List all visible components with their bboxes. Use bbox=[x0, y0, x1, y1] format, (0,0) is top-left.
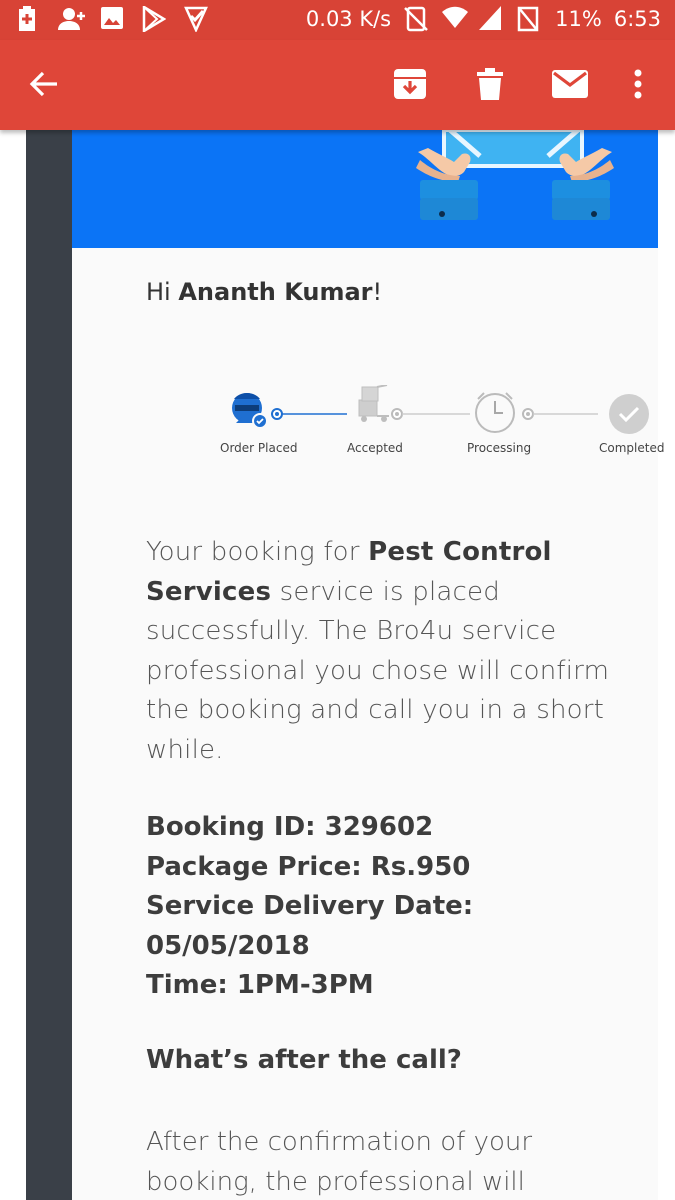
booking-details: Booking ID: 329602 Package Price: Rs.950… bbox=[146, 808, 626, 1006]
processing-clock-icon bbox=[475, 392, 515, 433]
no-sim-2-icon bbox=[517, 6, 543, 32]
after-call-text: After the confirmation of your booking, … bbox=[146, 1127, 533, 1197]
mark-unread-icon bbox=[552, 69, 588, 103]
step-label: Completed bbox=[599, 441, 665, 455]
after-call-heading: What’s after the call? bbox=[146, 1045, 462, 1075]
service-time: Time: 1PM-3PM bbox=[146, 970, 374, 1000]
step-label: Order Placed bbox=[220, 441, 298, 455]
battery-saver-icon bbox=[16, 6, 42, 32]
greeting-suffix: ! bbox=[372, 278, 383, 306]
recipient-name: Ananth Kumar bbox=[178, 278, 373, 306]
play-store-icon bbox=[142, 4, 168, 34]
step-label: Accepted bbox=[347, 441, 403, 455]
greeting: Hi Ananth Kumar! bbox=[146, 278, 382, 306]
package-price: Package Price: Rs.950 bbox=[146, 851, 471, 882]
stepper-track bbox=[232, 385, 649, 434]
body-text-part: Your booking for bbox=[146, 537, 369, 567]
battery-level: 11% bbox=[555, 7, 602, 31]
app-bar bbox=[0, 40, 675, 130]
wifi-icon bbox=[441, 6, 469, 32]
completed-check-icon bbox=[609, 394, 649, 434]
image-icon bbox=[100, 6, 126, 32]
signal-icon bbox=[479, 6, 505, 32]
archive-icon bbox=[393, 68, 427, 105]
email-card: Hi Ananth Kumar! Order Placed Accepted P… bbox=[72, 130, 664, 1200]
back-button[interactable] bbox=[20, 62, 68, 110]
email-banner bbox=[72, 130, 658, 248]
accepted-icon bbox=[358, 385, 389, 422]
email-content[interactable]: Hi Ananth Kumar! Order Placed Accepted P… bbox=[0, 130, 675, 1200]
booking-confirmation-text: Your booking for Pest Control Services s… bbox=[146, 533, 616, 770]
hands-envelope-illustration bbox=[416, 130, 614, 220]
order-status-stepper: Order Placed Accepted Processing Complet… bbox=[72, 385, 664, 465]
status-bar: 0.03 K/s 11% 6:53 bbox=[0, 0, 675, 40]
archive-button[interactable] bbox=[386, 62, 434, 110]
mark-unread-button[interactable] bbox=[546, 62, 594, 110]
delete-button[interactable] bbox=[466, 62, 514, 110]
delivery-date: 05/05/2018 bbox=[146, 930, 310, 961]
greeting-prefix: Hi bbox=[146, 278, 179, 306]
email-frame: Hi Ananth Kumar! Order Placed Accepted P… bbox=[26, 130, 664, 1200]
add-contact-icon bbox=[58, 6, 85, 32]
step-label: Processing bbox=[467, 441, 532, 455]
network-speed: 0.03 K/s bbox=[305, 7, 392, 31]
back-arrow-icon bbox=[29, 69, 59, 104]
more-icon bbox=[634, 69, 642, 104]
delete-icon bbox=[477, 67, 503, 105]
more-options-button[interactable] bbox=[614, 62, 662, 110]
delivery-date-label: Service Delivery Date: bbox=[146, 891, 474, 921]
order-placed-icon bbox=[232, 393, 268, 429]
booking-id: Booking ID: 329602 bbox=[146, 812, 434, 842]
clock: 6:53 bbox=[613, 7, 661, 31]
tasks-icon bbox=[184, 6, 210, 34]
no-sim-icon bbox=[403, 6, 429, 32]
